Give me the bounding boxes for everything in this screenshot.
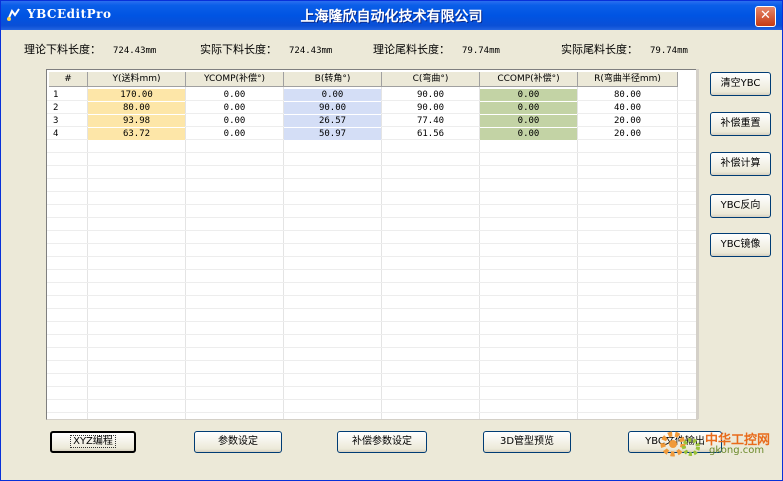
table-cell[interactable]: 0.00 (186, 115, 283, 127)
stat-value: 79.74mm (650, 46, 688, 56)
header-ccomp[interactable]: CCOMP(补偿°) (480, 72, 578, 87)
gear-icon (660, 431, 700, 457)
header-ycomp[interactable]: YCOMP(补偿°) (186, 72, 284, 87)
mirror-ybc-button[interactable]: YBC镜像 (710, 233, 771, 257)
table-cell[interactable]: 170.00 (88, 89, 185, 101)
table-cell[interactable]: 90.00 (382, 89, 479, 101)
table-cell[interactable]: 4 (49, 128, 87, 140)
grid-row-line (47, 191, 697, 192)
calculate-compensation-button[interactable]: 补偿计算 (710, 152, 771, 176)
header-y-feed[interactable]: Y(送料mm) (88, 72, 186, 87)
watermark-site: gkong.com (709, 445, 765, 456)
grid-row-line (47, 243, 697, 244)
header-index[interactable]: # (49, 72, 88, 87)
stat-theoretical-tail-length: 理论尾料长度： 79.74mm (373, 41, 500, 57)
table-cell[interactable]: 0.00 (284, 89, 381, 101)
table-cell[interactable]: 0.00 (480, 115, 577, 127)
grid-row-line (47, 360, 697, 361)
table-cell[interactable]: 40.00 (578, 102, 677, 114)
table-cell[interactable]: 93.98 (88, 115, 185, 127)
close-button[interactable]: ✕ (755, 6, 776, 27)
table-cell[interactable]: 0.00 (186, 128, 283, 140)
button-label: XYZ编程 (70, 435, 116, 448)
3d-tube-preview-button[interactable]: 3D管型预览 (483, 431, 571, 453)
compensation-parameter-settings-button[interactable]: 补偿参数设定 (337, 431, 427, 453)
grid-row-line (47, 399, 697, 400)
grid-row-line (47, 178, 697, 179)
grid-row-line (47, 386, 697, 387)
title-bar[interactable]: YBCEditPro 上海隆欣自动化技术有限公司 ✕ (1, 1, 782, 30)
ybc-data-grid[interactable]: # Y(送料mm) YCOMP(补偿°) B(转角°) C(弯曲°) CCOMP… (46, 69, 698, 420)
stat-label: 理论下料长度： (24, 43, 101, 56)
table-cell[interactable]: 77.40 (382, 115, 479, 127)
table-cell[interactable]: 0.00 (186, 102, 283, 114)
table-cell[interactable]: 80.00 (88, 102, 185, 114)
table-cell[interactable]: 50.97 (284, 128, 381, 140)
table-cell[interactable]: 63.72 (88, 128, 185, 140)
table-cell[interactable]: 20.00 (578, 128, 677, 140)
app-window: YBCEditPro 上海隆欣自动化技术有限公司 ✕ 理论下料长度： 724.43… (0, 0, 783, 481)
grid-row-line (47, 295, 697, 296)
parameter-settings-button[interactable]: 参数设定 (194, 431, 282, 453)
grid-row-line (47, 165, 697, 166)
grid-row-line (47, 308, 697, 309)
clear-ybc-button[interactable]: 清空YBC (710, 72, 771, 96)
stat-actual-cut-length: 实际下料长度： 724.43mm (200, 41, 332, 57)
grid-row-line (47, 217, 697, 218)
grid-row-line (47, 412, 697, 413)
table-cell[interactable]: 0.00 (480, 89, 577, 101)
header-r-radius[interactable]: R(弯曲半径mm) (578, 72, 678, 87)
stat-theoretical-cut-length: 理论下料长度： 724.43mm (24, 41, 156, 57)
grid-row-line (47, 152, 697, 153)
grid-row-line (47, 230, 697, 231)
table-cell[interactable]: 0.00 (480, 128, 577, 140)
reset-compensation-button[interactable]: 补偿重置 (710, 112, 771, 136)
table-cell[interactable]: 1 (49, 89, 87, 101)
table-cell[interactable]: 61.56 (382, 128, 479, 140)
stat-label: 实际下料长度： (200, 43, 277, 56)
table-cell[interactable]: 26.57 (284, 115, 381, 127)
grid-row-line (47, 256, 697, 257)
stat-label: 理论尾料长度： (373, 43, 450, 56)
stat-value: 79.74mm (462, 46, 500, 56)
reverse-ybc-button[interactable]: YBC反向 (710, 194, 771, 218)
grid-row-line (47, 347, 697, 348)
grid-row-line (47, 373, 697, 374)
watermark: 中华工控网 gkong.com (653, 425, 781, 461)
table-cell[interactable]: 0.00 (480, 102, 577, 114)
stat-actual-tail-length: 实际尾料长度： 79.74mm (561, 41, 688, 57)
table-cell[interactable]: 3 (49, 115, 87, 127)
table-cell[interactable]: 90.00 (284, 102, 381, 114)
company-name: 上海隆欣自动化技术有限公司 (300, 9, 483, 25)
stat-label: 实际尾料长度： (561, 43, 638, 56)
table-cell[interactable]: 80.00 (578, 89, 677, 101)
table-cell[interactable]: 2 (49, 102, 87, 114)
grid-row-line (47, 204, 697, 205)
xyz-programming-button[interactable]: XYZ编程 (50, 431, 136, 453)
grid-row-line (47, 269, 697, 270)
header-c-bend[interactable]: C(弯曲°) (382, 72, 480, 87)
table-cell[interactable]: 20.00 (578, 115, 677, 127)
grid-scrollbar[interactable] (696, 69, 699, 419)
stat-value: 724.43mm (289, 46, 333, 56)
stat-value: 724.43mm (113, 46, 157, 56)
table-cell[interactable]: 90.00 (382, 102, 479, 114)
header-b-rotation[interactable]: B(转角°) (284, 72, 382, 87)
grid-row-line (47, 334, 697, 335)
grid-row-line (47, 321, 697, 322)
table-cell[interactable]: 0.00 (186, 89, 283, 101)
grid-row-line (47, 282, 697, 283)
